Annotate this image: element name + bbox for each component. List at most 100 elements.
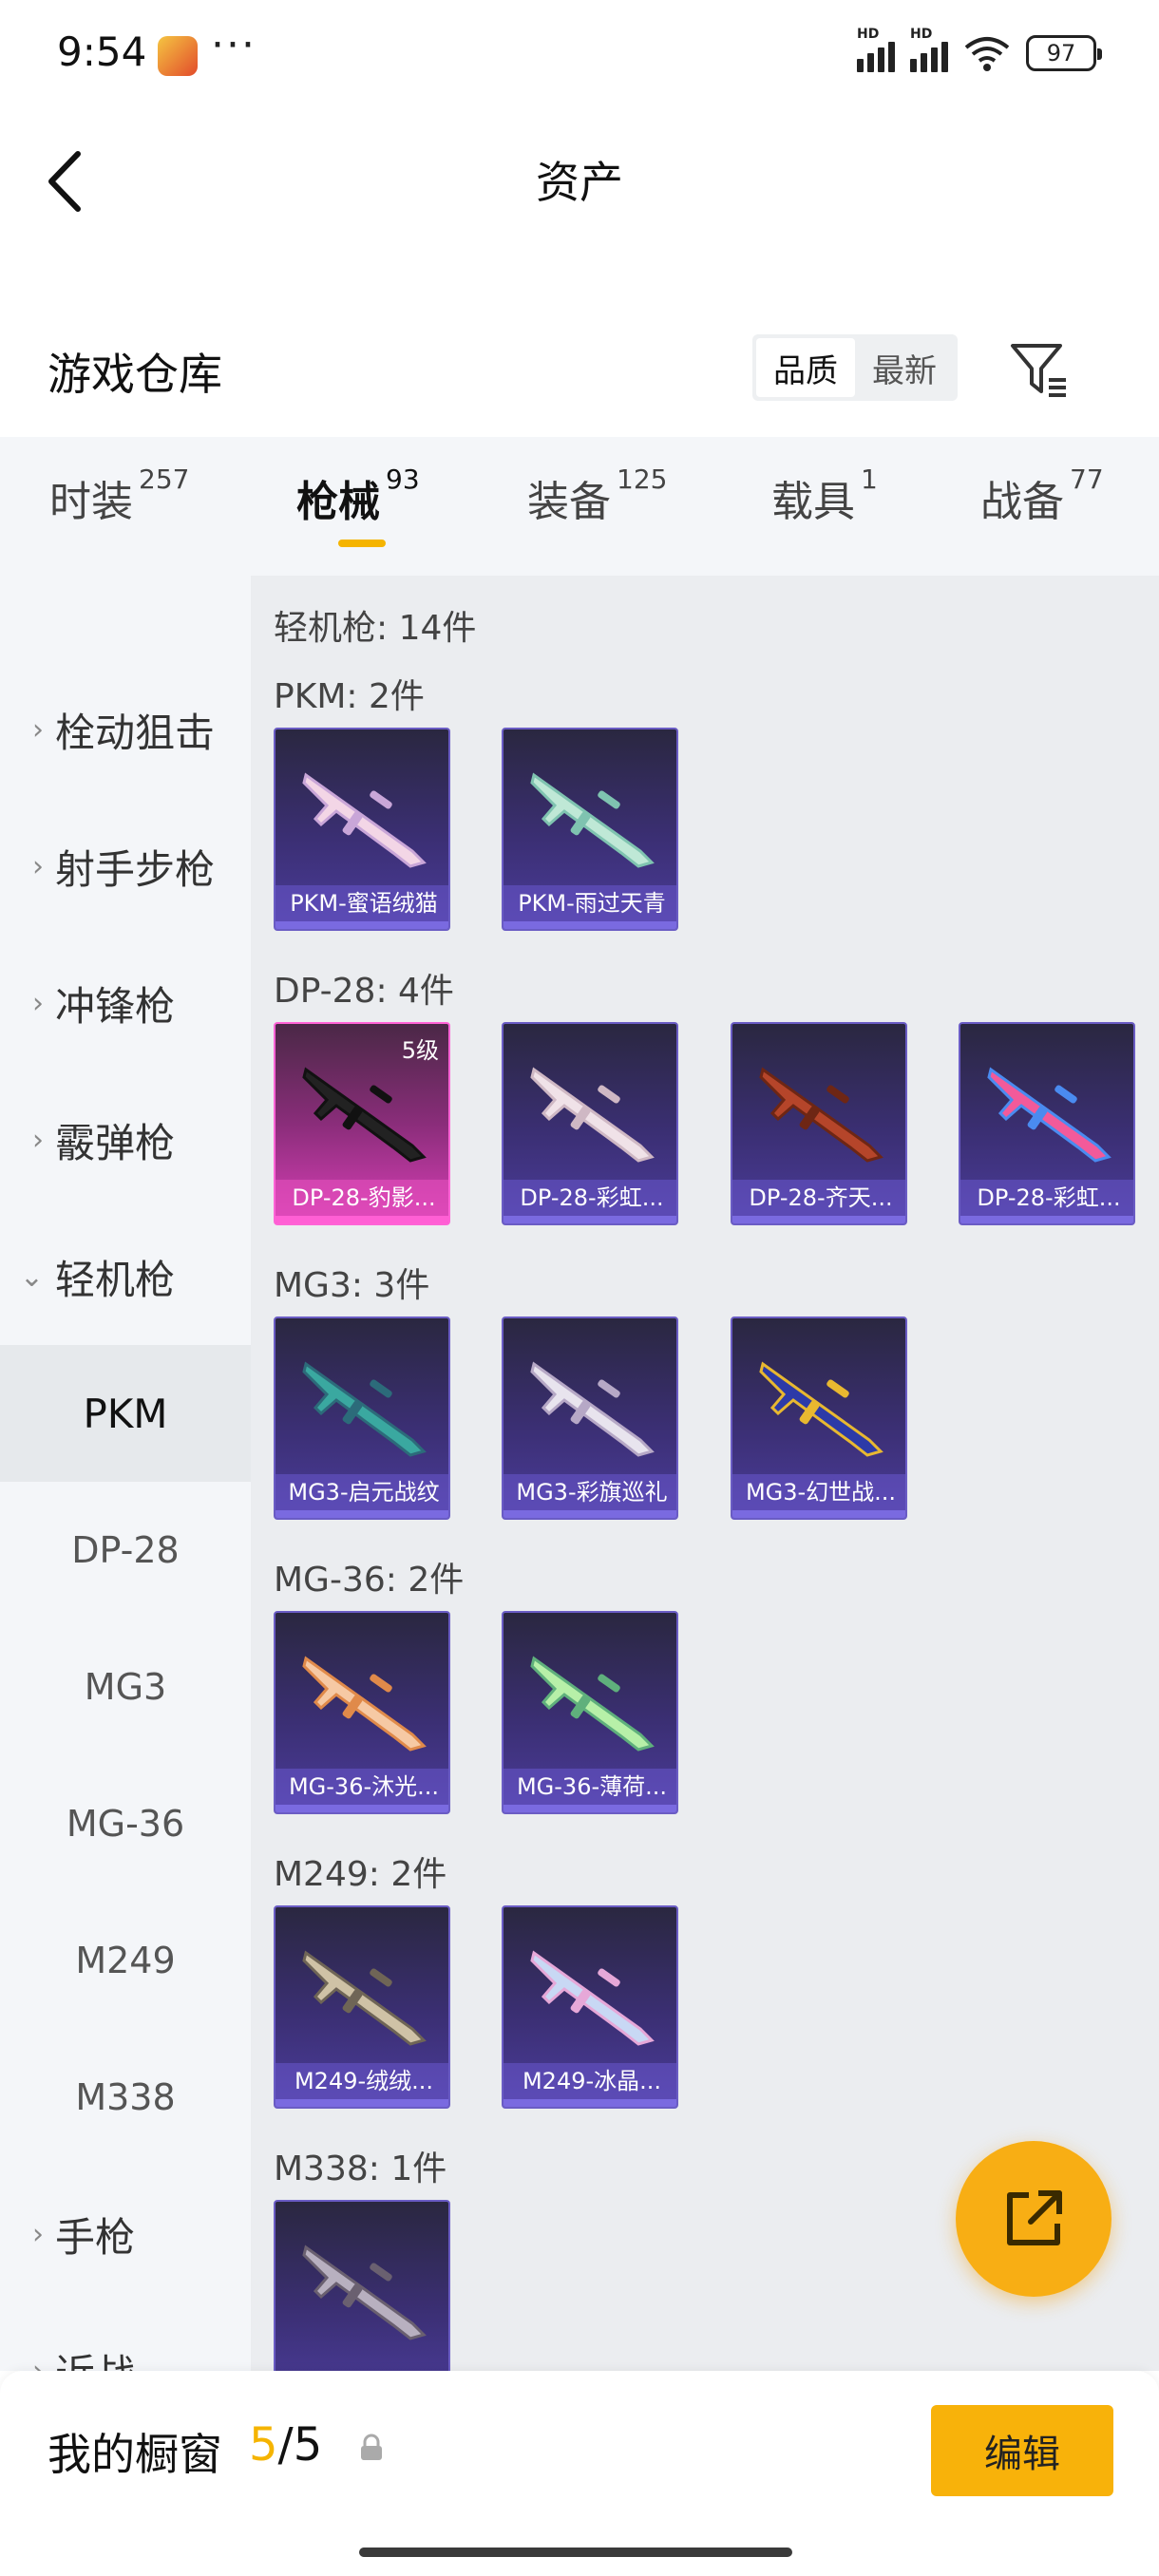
weapon-card[interactable]: MG-36-沐光... xyxy=(274,1611,450,1814)
weapon-card-name: DP-28-豹影... xyxy=(276,1180,448,1216)
edit-button[interactable]: 编辑 xyxy=(931,2405,1113,2496)
share-button[interactable] xyxy=(956,2141,1112,2297)
warehouse-row: 游戏仓库 品质 最新 xyxy=(0,313,1159,418)
weapon-card-name: DP-28-彩虹... xyxy=(504,1180,676,1216)
sidebar-item-lmg[interactable]: ⌄ 轻机枪 xyxy=(0,1208,251,1345)
showcase-label: 我的橱窗 xyxy=(48,2429,222,2480)
gun-icon xyxy=(302,2245,427,2340)
gun-icon xyxy=(302,1067,427,1163)
weapon-card[interactable]: M249-绒绒... xyxy=(274,1905,450,2109)
signal-icon: HD xyxy=(857,27,895,72)
weapon-list: 轻机枪: 14件 PKM: 2件 PKM-蜜语绒猫 PKM-雨过天青 DP-28: 4… xyxy=(251,576,1159,2371)
warehouse-title: 游戏仓库 xyxy=(48,349,222,400)
weapon-card[interactable] xyxy=(274,2200,450,2371)
tab-guns[interactable]: 枪械 93 xyxy=(296,464,420,528)
signal-icon-2: HD xyxy=(910,27,948,72)
sidebar-sub-dp28[interactable]: DP-28 xyxy=(0,1482,251,1619)
weapon-card-name: M249-绒绒... xyxy=(276,2063,448,2099)
chevron-right-icon: › xyxy=(32,1123,44,1157)
level-badge: 5级 xyxy=(401,1037,439,1064)
category-tabs: 时装 257 枪械 93 装备 125 载具 1 战备 77 xyxy=(0,437,1159,576)
filter-icon[interactable] xyxy=(1007,338,1070,401)
showcase-count: 5/5 xyxy=(249,2418,323,2472)
sidebar-sub-mg3[interactable]: MG3 xyxy=(0,1619,251,1755)
page-title: 资产 xyxy=(536,157,623,208)
gun-icon xyxy=(530,1656,655,1752)
gun-icon xyxy=(530,1361,655,1457)
sort-toggle: 品质 最新 xyxy=(752,334,958,401)
external-link-icon xyxy=(1007,2190,1062,2245)
weapon-card-name: MG3-幻世战... xyxy=(732,1474,905,1510)
weapon-card-name: PKM-蜜语绒猫 xyxy=(276,885,448,921)
weapon-card[interactable]: PKM-蜜语绒猫 xyxy=(274,728,450,931)
sidebar-item-marksman[interactable]: › 射手步枪 xyxy=(0,798,251,935)
tab-fashion[interactable]: 时装 257 xyxy=(49,464,189,528)
weapon-card[interactable]: M249-冰晶... xyxy=(502,1905,678,2109)
sidebar-sub-mg36[interactable]: MG-36 xyxy=(0,1755,251,1892)
sidebar-sub-m338[interactable]: M338 xyxy=(0,2029,251,2166)
lock-icon xyxy=(361,2434,382,2460)
gun-icon xyxy=(759,1067,884,1163)
active-tab-indicator xyxy=(338,540,386,547)
chevron-right-icon: › xyxy=(32,2217,44,2251)
chevron-right-icon: › xyxy=(32,849,44,883)
showcase-bar: 我的橱窗 5/5 编辑 xyxy=(0,2371,1159,2576)
weapon-card-name: DP-28-齐天... xyxy=(732,1180,905,1216)
tab-supplies[interactable]: 战备 77 xyxy=(980,464,1104,528)
weapon-card[interactable]: DP-28-彩虹... xyxy=(959,1022,1135,1225)
weapon-card-name: MG-36-沐光... xyxy=(276,1769,448,1805)
battery-icon: 97 xyxy=(1026,35,1102,71)
gun-icon xyxy=(302,772,427,868)
gun-icon xyxy=(302,1950,427,2046)
weapon-card[interactable]: DP-28-齐天... xyxy=(731,1022,907,1225)
weapon-card[interactable]: MG3-启元战纹 xyxy=(274,1316,450,1520)
weapon-card[interactable]: 5级 DP-28-豹影... xyxy=(274,1022,450,1225)
weapon-card-name: M249-冰晶... xyxy=(504,2063,676,2099)
lmg-summary: 轻机枪: 14件 xyxy=(274,609,477,648)
weapon-category-sidebar: › 栓动狙击 › 射手步枪 › 冲锋枪 › 霰弹枪 ⌄ 轻机枪 PKM DP-28 MG3… xyxy=(0,576,251,2397)
wifi-icon xyxy=(964,37,1010,71)
sidebar-sub-m249[interactable]: M249 xyxy=(0,1892,251,2029)
section-title: PKM: 2件 xyxy=(274,677,425,716)
chevron-down-icon: ⌄ xyxy=(19,1260,44,1294)
weapon-card[interactable]: MG3-幻世战... xyxy=(731,1316,907,1520)
gun-icon xyxy=(530,1067,655,1163)
sidebar-item-smg[interactable]: › 冲锋枪 xyxy=(0,935,251,1071)
status-time: 9:54 xyxy=(57,28,147,75)
home-indicator xyxy=(359,2548,792,2557)
tab-vehicles[interactable]: 载具 1 xyxy=(771,464,878,528)
weapon-card-name: MG3-启元战纹 xyxy=(276,1474,448,1510)
weapon-card[interactable]: PKM-雨过天青 xyxy=(502,728,678,931)
section-title: M338: 1件 xyxy=(274,2150,447,2188)
sort-quality-button[interactable]: 品质 xyxy=(756,338,855,397)
weapon-card-name: DP-28-彩虹... xyxy=(960,1180,1133,1216)
gun-icon xyxy=(530,1950,655,2046)
weapon-card-name: MG3-彩旗巡礼 xyxy=(504,1474,676,1510)
sidebar-sub-pkm[interactable]: PKM xyxy=(0,1345,251,1482)
sort-newest-button[interactable]: 最新 xyxy=(855,338,954,397)
top-header: 资产 xyxy=(0,114,1159,247)
sidebar-item-bolt-sniper[interactable]: › 栓动狙击 xyxy=(0,661,251,798)
gun-icon xyxy=(302,1656,427,1752)
more-notifications-icon: ··· xyxy=(211,21,256,69)
gun-icon xyxy=(987,1067,1112,1163)
weapon-card[interactable]: MG-36-薄荷... xyxy=(502,1611,678,1814)
tab-equipment[interactable]: 装备 125 xyxy=(527,464,667,528)
gun-icon xyxy=(530,772,655,868)
status-bar: 9:54 ··· HD HD 97 xyxy=(0,0,1159,114)
sidebar-item-shotgun[interactable]: › 霰弹枪 xyxy=(0,1071,251,1208)
gun-icon xyxy=(302,1361,427,1457)
section-title: M249: 2件 xyxy=(274,1855,447,1894)
sidebar-item-pistol[interactable]: › 手枪 xyxy=(0,2166,251,2302)
weapon-card-name: PKM-雨过天青 xyxy=(504,885,676,921)
section-title: MG-36: 2件 xyxy=(274,1561,465,1600)
weapon-card-name: MG-36-薄荷... xyxy=(504,1769,676,1805)
gun-icon xyxy=(759,1361,884,1457)
weapon-card[interactable]: DP-28-彩虹... xyxy=(502,1022,678,1225)
section-title: DP-28: 4件 xyxy=(274,972,454,1011)
section-title: MG3: 3件 xyxy=(274,1266,430,1305)
app-notification-icon xyxy=(158,36,198,76)
weapon-card[interactable]: MG3-彩旗巡礼 xyxy=(502,1316,678,1520)
chevron-right-icon: › xyxy=(32,712,44,747)
chevron-right-icon: › xyxy=(32,986,44,1020)
